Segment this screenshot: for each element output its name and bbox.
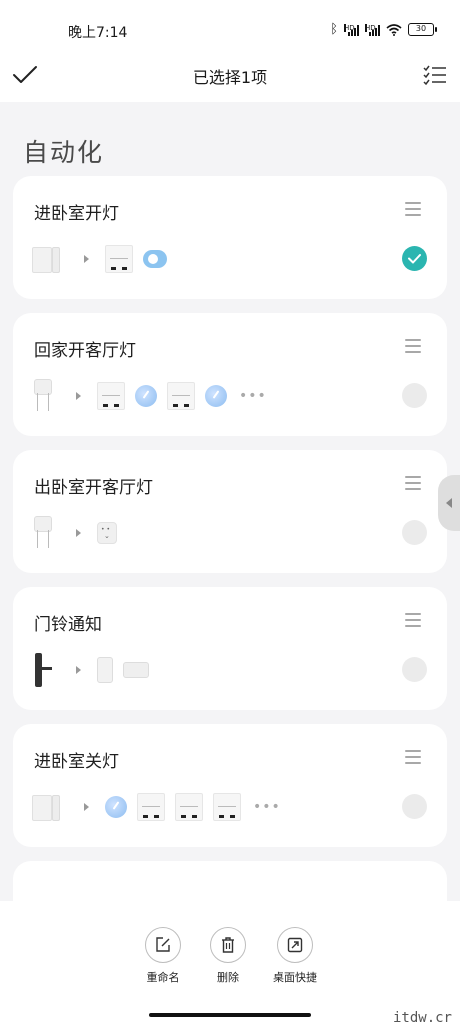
automation-card-partial[interactable] <box>13 861 447 901</box>
wifi-icon <box>386 23 402 36</box>
automation-flow: ••• <box>32 378 267 414</box>
rename-button[interactable]: 重命名 <box>133 927 193 985</box>
drag-handle-icon[interactable] <box>405 750 421 764</box>
selected-check-icon[interactable] <box>402 246 427 271</box>
flow-arrow-icon <box>76 666 81 674</box>
switch-panel-icon <box>137 793 165 821</box>
drag-handle-icon[interactable] <box>405 476 421 490</box>
shortcut-icon <box>277 927 313 963</box>
automation-flow <box>32 241 177 277</box>
automation-flow <box>32 515 127 551</box>
delete-label: 删除 <box>217 971 239 984</box>
battery-icon: 30 <box>408 23 437 36</box>
more-icon: ••• <box>239 388 267 404</box>
shortcut-label: 桌面快捷 <box>273 971 317 984</box>
bottom-action-bar: 重命名 删除 桌面快捷 itdw.cr <box>0 901 460 1024</box>
drag-handle-icon[interactable] <box>405 339 421 353</box>
automation-name: 回家开客厅灯 <box>34 341 136 361</box>
trash-icon <box>210 927 246 963</box>
toggle-device-icon <box>143 250 167 268</box>
automation-name: 门铃通知 <box>34 615 102 635</box>
gateway-icon <box>123 662 149 678</box>
status-time: 晚上7:14 <box>68 25 128 41</box>
watermark: itdw.cr <box>392 1010 452 1024</box>
dial-icon <box>135 385 157 407</box>
dial-icon <box>105 796 127 818</box>
section-title: 自动化 <box>23 138 105 167</box>
automation-card[interactable]: 进卧室开灯 <box>13 176 447 299</box>
dial-icon <box>205 385 227 407</box>
door-sensor-icon <box>32 245 60 273</box>
signal-icon-2: HD <box>365 23 380 36</box>
switch-panel-icon <box>167 382 195 410</box>
select-all-icon[interactable] <box>420 60 450 90</box>
side-drawer-handle[interactable] <box>438 475 460 531</box>
switch-panel-icon <box>213 793 241 821</box>
automation-name: 进卧室关灯 <box>34 752 119 772</box>
flow-arrow-icon <box>76 392 81 400</box>
status-bar: 晚上7:14 ᛒ HD HD 30 <box>0 0 460 50</box>
select-circle[interactable] <box>402 657 427 682</box>
select-circle[interactable] <box>402 383 427 408</box>
flow-arrow-icon <box>84 255 89 263</box>
switch-panel-icon <box>175 793 203 821</box>
switch-panel-icon <box>97 382 125 410</box>
desktop-shortcut-button[interactable]: 桌面快捷 <box>265 927 325 985</box>
flow-arrow-icon <box>84 803 89 811</box>
automation-flow <box>32 652 159 688</box>
automation-flow: ••• <box>32 789 281 825</box>
status-icons: ᛒ HD HD 30 <box>330 22 437 37</box>
automation-card[interactable]: 出卧室开客厅灯 <box>13 450 447 573</box>
socket-icon <box>97 522 117 544</box>
flow-arrow-icon <box>76 529 81 537</box>
automation-card[interactable]: 门铃通知 <box>13 587 447 710</box>
select-circle[interactable] <box>402 520 427 545</box>
select-circle[interactable] <box>402 794 427 819</box>
automation-card[interactable]: 进卧室关灯 ••• <box>13 724 447 847</box>
automation-name: 出卧室开客厅灯 <box>34 478 153 498</box>
bluetooth-icon: ᛒ <box>330 22 338 37</box>
air-purifier-icon <box>97 657 113 683</box>
switch-panel-icon <box>105 245 133 273</box>
delete-button[interactable]: 删除 <box>198 927 258 985</box>
camera-icon <box>32 516 52 550</box>
page-title: 已选择1项 <box>192 68 268 87</box>
title-bar: 已选择1项 <box>0 50 460 102</box>
more-icon: ••• <box>253 799 281 815</box>
door-sensor-icon <box>32 793 60 821</box>
camera-icon <box>32 379 52 413</box>
signal-icon: HD <box>344 23 359 36</box>
automation-card[interactable]: 回家开客厅灯 ••• <box>13 313 447 436</box>
door-lock-icon <box>32 653 52 687</box>
automation-name: 进卧室开灯 <box>34 204 119 224</box>
edit-icon <box>145 927 181 963</box>
drag-handle-icon[interactable] <box>405 613 421 627</box>
rename-label: 重命名 <box>146 971 180 984</box>
drag-handle-icon[interactable] <box>405 202 421 216</box>
home-indicator[interactable] <box>149 1013 311 1017</box>
